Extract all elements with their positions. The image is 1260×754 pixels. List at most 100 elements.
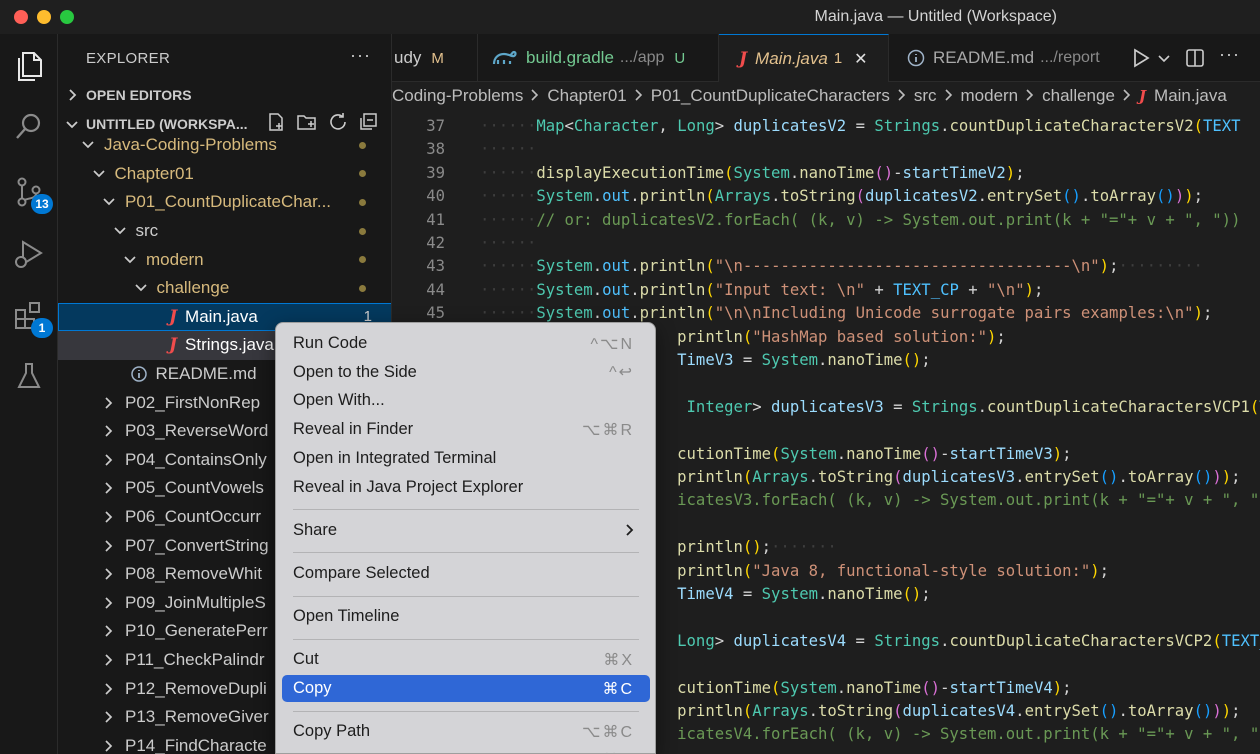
run-button[interactable]: [1132, 48, 1150, 73]
tree-item-label: P06_CountOccurr: [125, 507, 262, 527]
chevron-right-icon: [99, 482, 119, 495]
chevron-right-icon: [58, 89, 86, 101]
modified-dot-icon: [359, 141, 366, 149]
code-line: 39 ······displayExecutionTime(System.nano…: [392, 162, 1260, 185]
minimize-window-button[interactable]: [37, 10, 51, 24]
menu-shortcut: ⌥⌘R: [582, 421, 634, 439]
tree-folder[interactable]: src: [58, 217, 391, 246]
tree-folder[interactable]: challenge: [58, 274, 391, 303]
tree-item-label: Strings.java: [185, 335, 274, 355]
menu-item-open-in-integrated-terminal[interactable]: Open in Integrated Terminal: [282, 445, 650, 472]
files-icon: [18, 52, 42, 81]
menu-item-label: Open to the Side: [293, 362, 417, 381]
menu-shortcut: ⌥⌘C: [582, 723, 634, 741]
menu-item-label: Copy: [293, 679, 332, 697]
menu-shortcut: ⌘X: [603, 651, 634, 669]
code-line: 37 ······Map<Character, Long> duplicatesV…: [392, 115, 1260, 138]
tree-folder[interactable]: modern: [58, 245, 391, 274]
menu-item-copy[interactable]: Copy ⌘C: [282, 675, 650, 702]
menu-item-reveal-in-java-project-explorer[interactable]: Reveal in Java Project Explorer: [282, 474, 650, 501]
tab-label: Main.java: [755, 48, 828, 68]
tab-study[interactable]: udy M: [392, 34, 478, 82]
breadcrumb-item[interactable]: Coding-Problems: [392, 86, 523, 106]
tree-item-label: P12_RemoveDupli: [125, 678, 267, 698]
menu-item-open-with[interactable]: Open With...: [282, 387, 650, 414]
split-editor-button[interactable]: [1185, 48, 1205, 73]
tab-readme[interactable]: README.md .../report: [889, 34, 1111, 82]
refresh-icon[interactable]: [328, 112, 348, 132]
run-options-button[interactable]: [1158, 51, 1170, 69]
tab-main-java[interactable]: J Main.java 1 ✕: [719, 34, 889, 82]
code-text: ······: [480, 234, 537, 252]
chevron-right-icon: [99, 568, 119, 580]
chevron-down-icon: [131, 283, 151, 293]
workspace-label: UNTITLED (WORKSPA...: [86, 116, 248, 132]
tree-folder[interactable]: P01_CountDuplicateChar...: [58, 188, 391, 217]
menu-separator: [293, 595, 639, 597]
tree-folder[interactable]: Java-Coding-Problems: [58, 131, 391, 160]
workspace-actions: [266, 112, 378, 132]
run-debug-activity[interactable]: [9, 234, 49, 274]
chevron-right-icon: [99, 454, 119, 466]
java-icon: J: [169, 306, 178, 327]
extensions-activity[interactable]: 1: [9, 296, 53, 338]
menu-item-open-timeline[interactable]: Open Timeline: [282, 603, 650, 630]
explorer-activity[interactable]: [9, 46, 49, 86]
testing-activity[interactable]: [9, 356, 49, 396]
menu-item-label: Open in Integrated Terminal: [293, 448, 497, 467]
menu-item-reveal-in-finder[interactable]: Reveal in Finder ⌥⌘R: [282, 416, 650, 443]
tree-item-label: P07_ConvertString: [125, 535, 269, 555]
menu-item-copy-path[interactable]: Copy Path ⌥⌘C: [282, 718, 650, 745]
more-actions-icon[interactable]: ···: [1219, 44, 1240, 65]
menu-item-copy-relative-path[interactable]: Copy Relative Path⇧⌥⌘C: [282, 747, 650, 753]
maximize-window-button[interactable]: [60, 10, 74, 24]
tree-item-label: P05_CountVowels: [125, 478, 264, 498]
breadcrumb-separator-icon: [531, 86, 539, 106]
play-icon: [1134, 48, 1150, 68]
search-icon: [16, 113, 41, 139]
search-activity[interactable]: [9, 106, 49, 146]
breadcrumb-item[interactable]: P01_CountDuplicateCharacters: [651, 86, 890, 106]
tree-folder[interactable]: Chapter01: [58, 160, 391, 189]
line-number: 45: [426, 304, 445, 323]
chevron-right-icon: [99, 511, 119, 523]
tab-build-gradle[interactable]: build.gradle .../app U: [478, 34, 719, 82]
code-line: 43 ······System.out.println("\n----------…: [392, 255, 1260, 278]
gradle-icon: [492, 50, 517, 65]
source-control-activity[interactable]: 13: [9, 172, 53, 214]
menu-item-open-to-the-side[interactable]: Open to the Side ^↩: [282, 359, 650, 386]
code-text: ······// or: duplicatesV2.forEach( (k, v…: [480, 210, 1241, 229]
tab-label: udy: [394, 48, 422, 67]
tree-item-label: P10_GeneratePerr: [125, 621, 268, 641]
new-file-icon[interactable]: [266, 112, 286, 132]
java-icon: J: [1138, 87, 1147, 105]
breadcrumb-item[interactable]: challenge: [1042, 86, 1115, 106]
chevron-right-icon: [99, 654, 119, 666]
tree-item-label: src: [135, 221, 159, 241]
explorer-more-actions[interactable]: ···: [350, 45, 371, 66]
chevron-down-icon: [99, 197, 119, 207]
tree-item-label: Main.java: [185, 306, 258, 326]
menu-item-label: Run Code: [293, 334, 368, 352]
breadcrumb-item[interactable]: src: [914, 86, 937, 106]
activity-bar: 13 1: [0, 34, 58, 754]
breadcrumb-item[interactable]: Chapter01: [547, 86, 626, 106]
new-folder-icon[interactable]: [296, 112, 318, 132]
chevron-right-icon: [99, 425, 119, 437]
editor-tabs: udy M build.gradle .../app U J Main.java…: [392, 34, 1260, 82]
menu-item-share[interactable]: Share: [282, 517, 650, 544]
chevron-right-icon: [99, 711, 119, 723]
chevron-right-icon: [99, 540, 119, 552]
close-window-button[interactable]: [14, 10, 28, 24]
chevron-right-icon: [99, 625, 119, 638]
menu-item-run-code[interactable]: Run Code ^⌥N: [282, 330, 650, 357]
collapse-all-icon[interactable]: [358, 112, 378, 132]
chevron-down-icon: [120, 255, 140, 265]
open-editors-section[interactable]: OPEN EDITORS: [58, 81, 391, 109]
breadcrumb-separator-icon: [635, 86, 643, 106]
menu-item-cut[interactable]: Cut ⌘X: [282, 646, 650, 673]
breadcrumb-item[interactable]: Main.java: [1154, 86, 1227, 106]
menu-item-compare-selected[interactable]: Compare Selected: [282, 560, 650, 587]
close-icon[interactable]: ✕: [854, 49, 867, 69]
breadcrumb-item[interactable]: modern: [961, 86, 1019, 106]
